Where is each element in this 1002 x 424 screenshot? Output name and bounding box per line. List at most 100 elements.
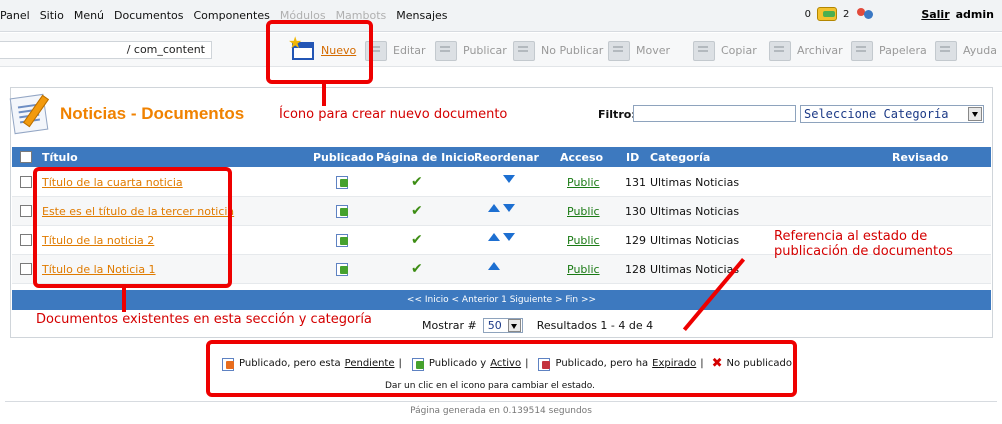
frontpage-check-icon[interactable]: ✔ [411,232,423,248]
published-status-icon[interactable] [336,204,349,218]
annotation-documents: Documentos existentes en esta sección y … [36,312,372,327]
frontpage-check-icon[interactable]: ✔ [411,261,423,277]
page-size-select[interactable]: 50 [482,318,523,333]
row-category: Ultimas Noticias [650,176,740,189]
users-icon[interactable] [855,6,875,22]
row-checkbox[interactable] [20,205,32,217]
user-area: 0 2 Salir admin [805,6,994,22]
row-id: 129 [625,234,646,247]
results-count: Resultados 1 - 4 de 4 [536,319,654,332]
copy-button[interactable]: Copiar [690,35,757,65]
move-button[interactable]: Mover [605,35,670,65]
col-title[interactable]: Título [42,151,78,164]
reorder-controls [488,175,515,183]
document-edit-icon [8,90,56,136]
move-down-icon[interactable] [503,204,515,212]
annotation-new-icon: Ícono para crear nuevo documento [279,107,508,122]
col-access: Acceso [560,151,604,164]
access-link[interactable]: Public [567,176,600,189]
reorder-controls [488,233,515,241]
toolbar: / com_content ★ Nuevo Editar Publicar No… [0,33,1002,67]
category-select-value: Seleccione Categoría [804,107,949,121]
messages-count: 0 [804,8,811,20]
archive-icon [766,37,794,63]
users-count: 2 [842,8,850,20]
logout-link[interactable]: Salir [921,8,949,21]
footer-generation-time: Página generada en 0.139514 segundos [410,406,592,416]
annotation-box-documents [33,167,232,288]
move-down-icon[interactable] [503,175,515,183]
col-id: ID [626,151,640,164]
pagination[interactable]: << Inicio < Anterior 1 Siguiente > Fin >… [12,290,991,310]
published-status-icon[interactable] [336,175,349,189]
trash-icon [848,37,876,63]
mail-icon[interactable] [816,7,837,21]
menu-item-documentos[interactable]: Documentos [114,9,183,22]
copy-icon [690,37,718,63]
menu-item-panel[interactable]: Panel [0,9,30,22]
col-checked: Revisado [892,151,949,164]
menu-item-mensajes[interactable]: Mensajes [396,9,447,22]
annotation-line-new [322,84,326,106]
copy-button-label: Copiar [721,43,757,57]
move-up-icon[interactable] [488,233,500,241]
edit-button-label: Editar [393,43,426,57]
move-button-label: Mover [636,43,671,57]
row-id: 131 [625,176,646,189]
table-header: Título Publicado Página de Inicio Reorde… [12,147,991,167]
select-all-checkbox[interactable] [20,151,32,163]
archive-button[interactable]: Archivar [766,35,843,65]
filter-label: Filtro: [598,108,636,121]
col-reorder: Reordenar [474,151,539,164]
annotation-line-documents [122,288,126,312]
annotation-status-line2: publicación de documentos [774,244,953,259]
help-icon [932,37,960,63]
help-button[interactable]: Ayuda [932,35,997,65]
col-category: Categoría [650,151,711,164]
main-menu: Panel Sitio Menú Documentos Componentes … [0,9,458,22]
trash-button-label: Papelera [879,43,927,57]
filter-input[interactable] [633,105,796,122]
row-checkbox[interactable] [20,176,32,188]
row-id: 128 [625,263,646,276]
reorder-controls [488,204,515,212]
col-frontpage: Página de Inicio [376,151,475,164]
chevron-down-icon [507,319,521,332]
publish-button-label: Publicar [463,43,507,57]
move-icon [605,37,633,63]
move-up-icon[interactable] [488,204,500,212]
top-menu-bar: Panel Sitio Menú Documentos Componentes … [0,0,1002,32]
row-checkbox[interactable] [20,263,32,275]
publish-icon [432,37,460,63]
row-category: Ultimas Noticias [650,263,740,276]
username: admin [955,7,994,21]
publish-button[interactable]: Publicar [432,35,507,65]
access-link[interactable]: Public [567,205,600,218]
trash-button[interactable]: Papelera [848,35,927,65]
access-link[interactable]: Public [567,263,600,276]
annotation-box-new [266,20,373,84]
row-id: 130 [625,205,646,218]
page-size-value: 50 [487,319,502,332]
col-published: Publicado [313,151,374,164]
chevron-down-icon [968,107,982,121]
move-down-icon[interactable] [503,233,515,241]
page-size-control: Mostrar # 50 Resultados 1 - 4 de 4 [422,318,653,333]
frontpage-check-icon[interactable]: ✔ [411,174,423,190]
menu-item-menu[interactable]: Menú [74,9,104,22]
menu-item-componentes[interactable]: Componentes [193,9,269,22]
row-checkbox[interactable] [20,234,32,246]
frontpage-check-icon[interactable]: ✔ [411,203,423,219]
annotation-status-line1: Referencia al estado de [774,229,928,244]
annotation-box-legend [206,340,797,397]
move-up-icon[interactable] [488,262,500,270]
show-label: Mostrar # [422,319,477,332]
published-status-icon[interactable] [336,262,349,276]
path-display: / com_content [0,41,212,59]
access-link[interactable]: Public [567,234,600,247]
published-status-icon[interactable] [336,233,349,247]
category-select[interactable]: Seleccione Categoría [800,105,984,123]
archive-button-label: Archivar [797,43,843,57]
menu-item-sitio[interactable]: Sitio [40,9,64,22]
unpublish-button[interactable]: No Publicar [510,35,603,65]
